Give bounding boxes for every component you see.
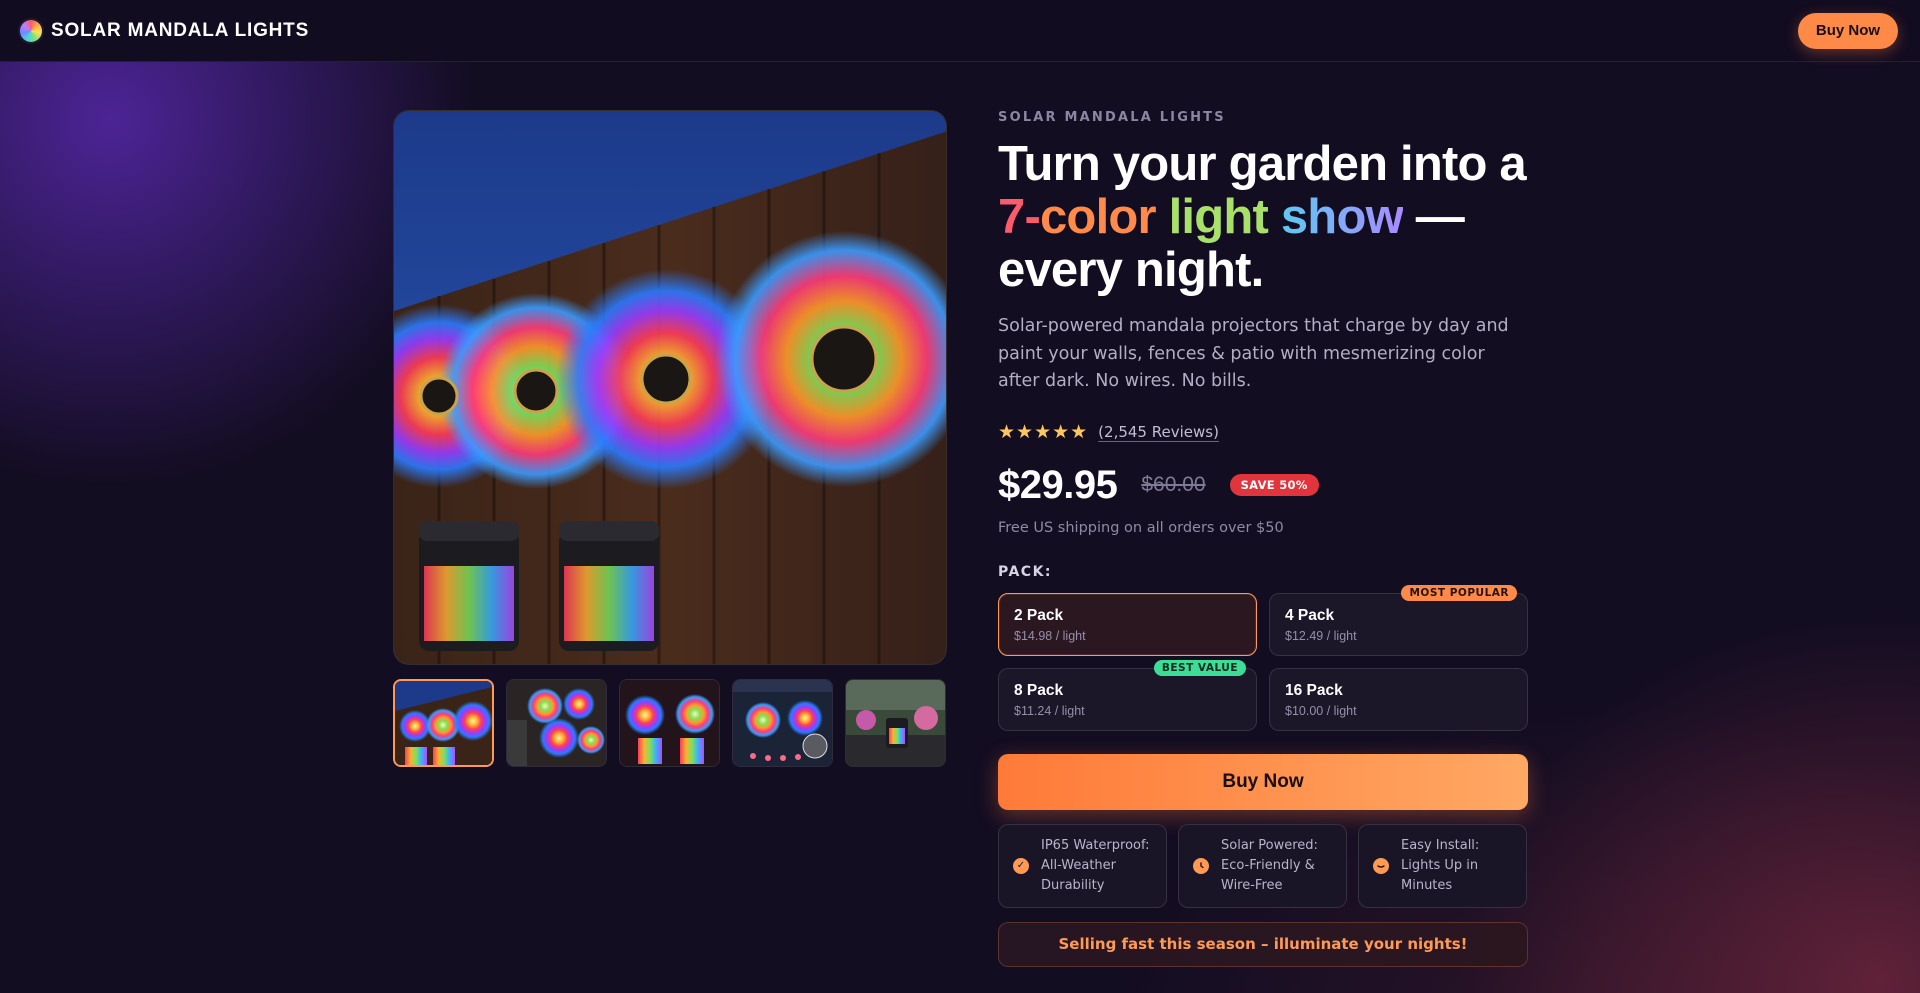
pack-per-light: $11.24 / light (1014, 703, 1085, 718)
eyebrow-brand: SOLAR MANDALA LIGHTS (998, 110, 1226, 125)
buy-now-button[interactable]: Buy Now (998, 753, 1528, 810)
feature-card: ✓ IP65 Waterproof: All-Weather Durabilit… (998, 823, 1167, 908)
header-buy-now-button[interactable]: Buy Now (1798, 12, 1898, 49)
feature-cards: ✓ IP65 Waterproof: All-Weather Durabilit… (998, 823, 1528, 908)
pack-name: 16 Pack (1285, 681, 1343, 699)
product-info: SOLAR MANDALA LIGHTS Turn your garden in… (998, 110, 1528, 967)
best-value-badge: BEST VALUE (1153, 659, 1246, 676)
price-row: $29.95 $60.00 SAVE 50% (998, 463, 1528, 508)
headline: Turn your garden into a 7-color light sh… (998, 138, 1528, 297)
save-badge: SAVE 50% (1229, 474, 1319, 496)
pack-option-2[interactable]: 2 Pack $14.98 / light (998, 592, 1257, 656)
thumbnail-5[interactable] (845, 679, 946, 767)
headline-word-7: 7- (998, 190, 1041, 244)
pack-per-light: $14.98 / light (1014, 628, 1086, 643)
thumbnail-4[interactable] (732, 679, 833, 767)
feature-card: Solar Powered: Eco-Friendly & Wire-Free (1178, 823, 1347, 908)
pack-name: 2 Pack (1014, 606, 1064, 624)
feature-card: Easy Install: Lights Up in Minutes (1358, 823, 1527, 908)
thumbnail-3[interactable] (619, 679, 720, 767)
price: $29.95 (998, 462, 1118, 507)
thumbnail-1[interactable] (393, 679, 494, 767)
headline-line-3: every night. (998, 243, 1264, 297)
product-description: Solar-powered mandala projectors that ch… (998, 316, 1509, 391)
pack-label: PACK: (998, 563, 1053, 580)
brand-name: SOLAR MANDALA LIGHTS (51, 19, 310, 41)
headline-line-1: Turn your garden into a (998, 137, 1527, 191)
urgency-banner: Selling fast this season – illuminate yo… (998, 921, 1528, 967)
headline-dash: — (1402, 190, 1465, 244)
reviews-link[interactable]: (2,545 Reviews) (1098, 423, 1219, 441)
thumbnail-2[interactable] (506, 679, 607, 767)
headline-word-show: show (1280, 190, 1404, 244)
headline-word-color: color (1039, 190, 1157, 244)
pack-option-4[interactable]: MOST POPULAR 4 Pack $12.49 / light (1269, 584, 1528, 656)
thumbnail-strip (393, 679, 947, 767)
top-navbar: SOLAR MANDALA LIGHTS Buy Now (0, 0, 1920, 62)
compare-price: $60.00 (1141, 473, 1206, 496)
rating-row: ★★★★★ (2,545 Reviews) (998, 421, 1528, 443)
pack-name: 4 Pack (1285, 606, 1335, 624)
headline-word-light: light (1168, 190, 1269, 244)
clock-icon (1193, 857, 1209, 874)
wrench-icon (1373, 857, 1389, 874)
feature-text: Easy Install: Lights Up in Minutes (1401, 837, 1480, 893)
pack-per-light: $10.00 / light (1285, 703, 1357, 718)
rainbow-logo-icon (20, 19, 42, 42)
feature-text: Solar Powered: Eco-Friendly & Wire-Free (1221, 837, 1318, 893)
pack-option-16[interactable]: 16 Pack $10.00 / light (1269, 667, 1528, 731)
pack-option-8[interactable]: BEST VALUE 8 Pack $11.24 / light (998, 659, 1257, 731)
main-product-image[interactable] (393, 110, 947, 665)
pack-options: 2 Pack $14.98 / light MOST POPULAR 4 Pac… (998, 584, 1528, 731)
mandala-lights-photo (394, 111, 946, 664)
shipping-note: Free US shipping on all orders over $50 (998, 519, 1284, 536)
pack-name: 8 Pack (1014, 681, 1064, 699)
pack-per-light: $12.49 / light (1285, 628, 1357, 643)
feature-text: IP65 Waterproof: All-Weather Durability (1041, 837, 1150, 893)
most-popular-badge: MOST POPULAR (1401, 584, 1517, 601)
check-icon: ✓ (1013, 857, 1029, 874)
brand[interactable]: SOLAR MANDALA LIGHTS (20, 19, 310, 42)
star-rating-icon: ★★★★★ (998, 420, 1089, 443)
